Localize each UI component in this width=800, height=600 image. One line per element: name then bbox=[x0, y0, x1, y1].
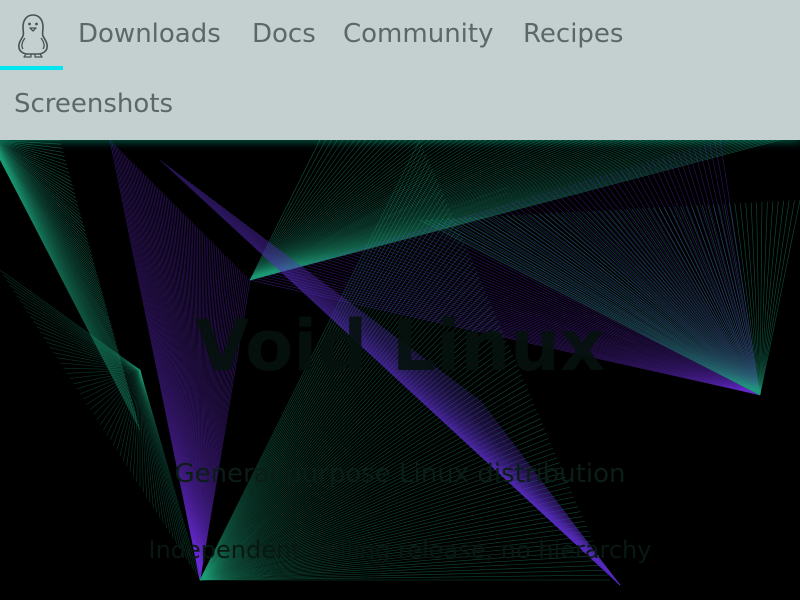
top-navbar: Downloads Docs Community Recipes Screens… bbox=[0, 0, 800, 140]
nav-link-screenshots[interactable]: Screenshots bbox=[14, 88, 173, 120]
hero-tagline: General purpose Linux distribution bbox=[174, 459, 625, 489]
nav-row-secondary: Screenshots bbox=[0, 70, 800, 140]
page: Downloads Docs Community Recipes Screens… bbox=[0, 0, 800, 600]
hero-title: Void Linux bbox=[195, 305, 605, 387]
penguin-icon bbox=[18, 14, 48, 58]
nav-row-primary: Downloads Docs Community Recipes bbox=[0, 0, 800, 70]
nav-link-downloads[interactable]: Downloads bbox=[78, 18, 221, 50]
nav-link-community[interactable]: Community bbox=[343, 18, 493, 50]
hero-subtitle: Independent, rolling release, no hierarc… bbox=[149, 536, 652, 564]
nav-link-recipes[interactable]: Recipes bbox=[523, 18, 623, 50]
hero-section: Void Linux General purpose Linux distrib… bbox=[0, 140, 800, 600]
nav-link-docs[interactable]: Docs bbox=[252, 18, 316, 50]
hero-background-pattern: Void Linux General purpose Linux distrib… bbox=[0, 140, 800, 586]
home-logo-link[interactable] bbox=[0, 0, 63, 70]
